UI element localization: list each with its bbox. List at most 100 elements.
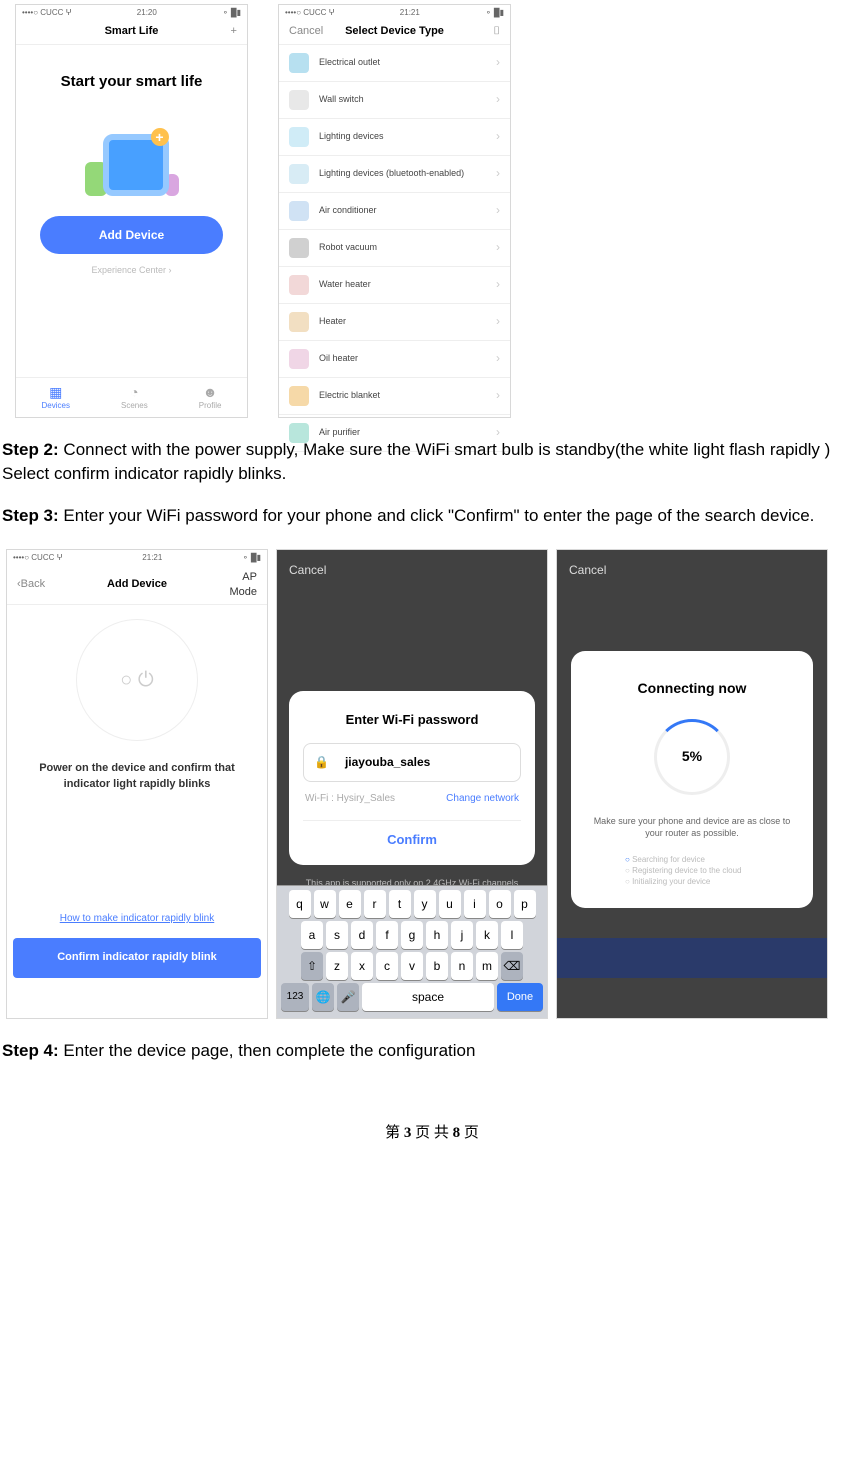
ap-mode-link[interactable]: AP Mode bbox=[217, 570, 257, 601]
device-label: Electric blanket bbox=[319, 389, 496, 402]
device-label: Lighting devices (bluetooth-enabled) bbox=[319, 167, 496, 180]
cancel-button[interactable]: Cancel bbox=[557, 550, 827, 591]
progress-ring: 5% bbox=[654, 719, 730, 795]
tab-scenes[interactable]: ◔Scenes bbox=[121, 384, 148, 411]
chevron-right-icon: › bbox=[496, 387, 500, 404]
key-k[interactable]: k bbox=[476, 921, 498, 949]
key-t[interactable]: t bbox=[389, 890, 411, 918]
key-u[interactable]: u bbox=[439, 890, 461, 918]
device-icon bbox=[289, 238, 309, 258]
key-x[interactable]: x bbox=[351, 952, 373, 980]
screenshot-select-device-type: ••••○ CUCC ⵖ21:21⚬ █▮ CancelSelect Devic… bbox=[278, 4, 511, 418]
step-4-text: Step 4: Enter the device page, then comp… bbox=[2, 1039, 862, 1063]
key-c[interactable]: c bbox=[376, 952, 398, 980]
device-type-item[interactable]: Robot vacuum› bbox=[279, 230, 510, 267]
device-label: Robot vacuum bbox=[319, 241, 496, 254]
confirm-indicator-button[interactable]: Confirm indicator rapidly blink bbox=[13, 938, 261, 977]
step-2-text: Step 2: Connect with the power supply, M… bbox=[2, 438, 862, 486]
device-label: Lighting devices bbox=[319, 130, 496, 143]
device-icon bbox=[289, 386, 309, 406]
key-q[interactable]: q bbox=[289, 890, 311, 918]
screenshot-connecting: Cancel Connecting now 5% Make sure your … bbox=[556, 549, 828, 1019]
progress-steps: Searching for device Registering device … bbox=[585, 854, 799, 888]
device-type-item[interactable]: Water heater› bbox=[279, 267, 510, 304]
device-type-item[interactable]: Electric blanket› bbox=[279, 378, 510, 415]
step-3-text: Step 3: Enter your WiFi password for you… bbox=[2, 504, 862, 528]
experience-center-link[interactable]: Experience Center › bbox=[30, 264, 233, 277]
chevron-right-icon: › bbox=[496, 239, 500, 256]
keyboard[interactable]: qwertyuiop asdfghjkl ⇧zxcvbnm⌫ 123🌐🎤spac… bbox=[277, 885, 547, 1018]
key-s[interactable]: s bbox=[326, 921, 348, 949]
device-label: Wall switch bbox=[319, 93, 496, 106]
scan-icon[interactable]: ⌷ bbox=[460, 24, 500, 39]
numbers-key[interactable]: 123 bbox=[281, 983, 309, 1011]
tab-devices[interactable]: ▦Devices bbox=[42, 384, 70, 411]
app-title: Smart Life bbox=[105, 24, 159, 39]
wifi-password-input[interactable]: 🔒jiayouba_sales bbox=[303, 743, 521, 782]
device-type-item[interactable]: Wall switch› bbox=[279, 82, 510, 119]
globe-key[interactable]: 🌐 bbox=[312, 983, 334, 1011]
device-type-item[interactable]: Lighting devices› bbox=[279, 119, 510, 156]
key-b[interactable]: b bbox=[426, 952, 448, 980]
key-v[interactable]: v bbox=[401, 952, 423, 980]
key-p[interactable]: p bbox=[514, 890, 536, 918]
help-link[interactable]: How to make indicator rapidly blink bbox=[7, 912, 267, 926]
key-n[interactable]: n bbox=[451, 952, 473, 980]
key-w[interactable]: w bbox=[314, 890, 336, 918]
screen-title: Select Device Type bbox=[345, 24, 444, 39]
device-type-item[interactable]: Heater› bbox=[279, 304, 510, 341]
page-footer: 第 3 页 共 8 页 bbox=[0, 1123, 864, 1144]
key-d[interactable]: d bbox=[351, 921, 373, 949]
device-illustration bbox=[30, 110, 233, 196]
key-f[interactable]: f bbox=[376, 921, 398, 949]
device-type-item[interactable]: Electrical outlet› bbox=[279, 45, 510, 82]
key-z[interactable]: z bbox=[326, 952, 348, 980]
lock-icon: 🔒 bbox=[314, 754, 329, 771]
key-o[interactable]: o bbox=[489, 890, 511, 918]
device-icon bbox=[289, 53, 309, 73]
space-key[interactable]: space bbox=[362, 983, 494, 1011]
key-e[interactable]: e bbox=[339, 890, 361, 918]
connecting-card: Connecting now 5% Make sure your phone a… bbox=[571, 651, 813, 907]
device-icon bbox=[289, 349, 309, 369]
key-y[interactable]: y bbox=[414, 890, 436, 918]
device-icon bbox=[289, 164, 309, 184]
tab-bar: ▦Devices ◔Scenes ☻Profile bbox=[16, 377, 247, 417]
device-type-item[interactable]: Air conditioner› bbox=[279, 193, 510, 230]
screenshot-smart-life-home: ••••○ CUCC ⵖ21:20⚬ █▮ Smart Life+ Start … bbox=[15, 4, 248, 418]
key-r[interactable]: r bbox=[364, 890, 386, 918]
hidden-action-bar[interactable] bbox=[557, 938, 827, 978]
device-type-list: Electrical outlet›Wall switch›Lighting d… bbox=[279, 45, 510, 452]
key-l[interactable]: l bbox=[501, 921, 523, 949]
chevron-right-icon: › bbox=[496, 202, 500, 219]
key-j[interactable]: j bbox=[451, 921, 473, 949]
key-a[interactable]: a bbox=[301, 921, 323, 949]
banner-text: Start your smart life bbox=[30, 71, 233, 92]
add-icon[interactable]: + bbox=[197, 24, 237, 39]
key-m[interactable]: m bbox=[476, 952, 498, 980]
chevron-right-icon: › bbox=[496, 91, 500, 108]
confirm-button[interactable]: Confirm bbox=[303, 820, 521, 849]
device-icon bbox=[289, 90, 309, 110]
add-device-button[interactable]: Add Device bbox=[40, 216, 223, 255]
key-h[interactable]: h bbox=[426, 921, 448, 949]
backspace-key[interactable]: ⌫ bbox=[501, 952, 523, 980]
screenshot-enter-wifi-password: Cancel Enter Wi-Fi password 🔒jiayouba_sa… bbox=[276, 549, 548, 1019]
tab-profile[interactable]: ☻Profile bbox=[199, 384, 222, 411]
device-label: Air conditioner bbox=[319, 204, 496, 217]
change-network-link[interactable]: Change network bbox=[446, 792, 519, 806]
screenshot-add-device: ••••○ CUCC ⵖ21:21⚬ █▮ ‹BackAdd DeviceAP … bbox=[6, 549, 268, 1019]
key-i[interactable]: i bbox=[464, 890, 486, 918]
shift-key[interactable]: ⇧ bbox=[301, 952, 323, 980]
cancel-button[interactable]: Cancel bbox=[277, 550, 547, 591]
done-key[interactable]: Done bbox=[497, 983, 543, 1011]
device-type-item[interactable]: Lighting devices (bluetooth-enabled)› bbox=[279, 156, 510, 193]
device-label: Oil heater bbox=[319, 352, 496, 365]
cancel-button[interactable]: Cancel bbox=[289, 24, 329, 39]
back-button[interactable]: ‹Back bbox=[17, 577, 57, 592]
device-label: Air purifier bbox=[319, 426, 496, 439]
key-g[interactable]: g bbox=[401, 921, 423, 949]
chevron-right-icon: › bbox=[496, 165, 500, 182]
device-type-item[interactable]: Oil heater› bbox=[279, 341, 510, 378]
mic-key[interactable]: 🎤 bbox=[337, 983, 359, 1011]
